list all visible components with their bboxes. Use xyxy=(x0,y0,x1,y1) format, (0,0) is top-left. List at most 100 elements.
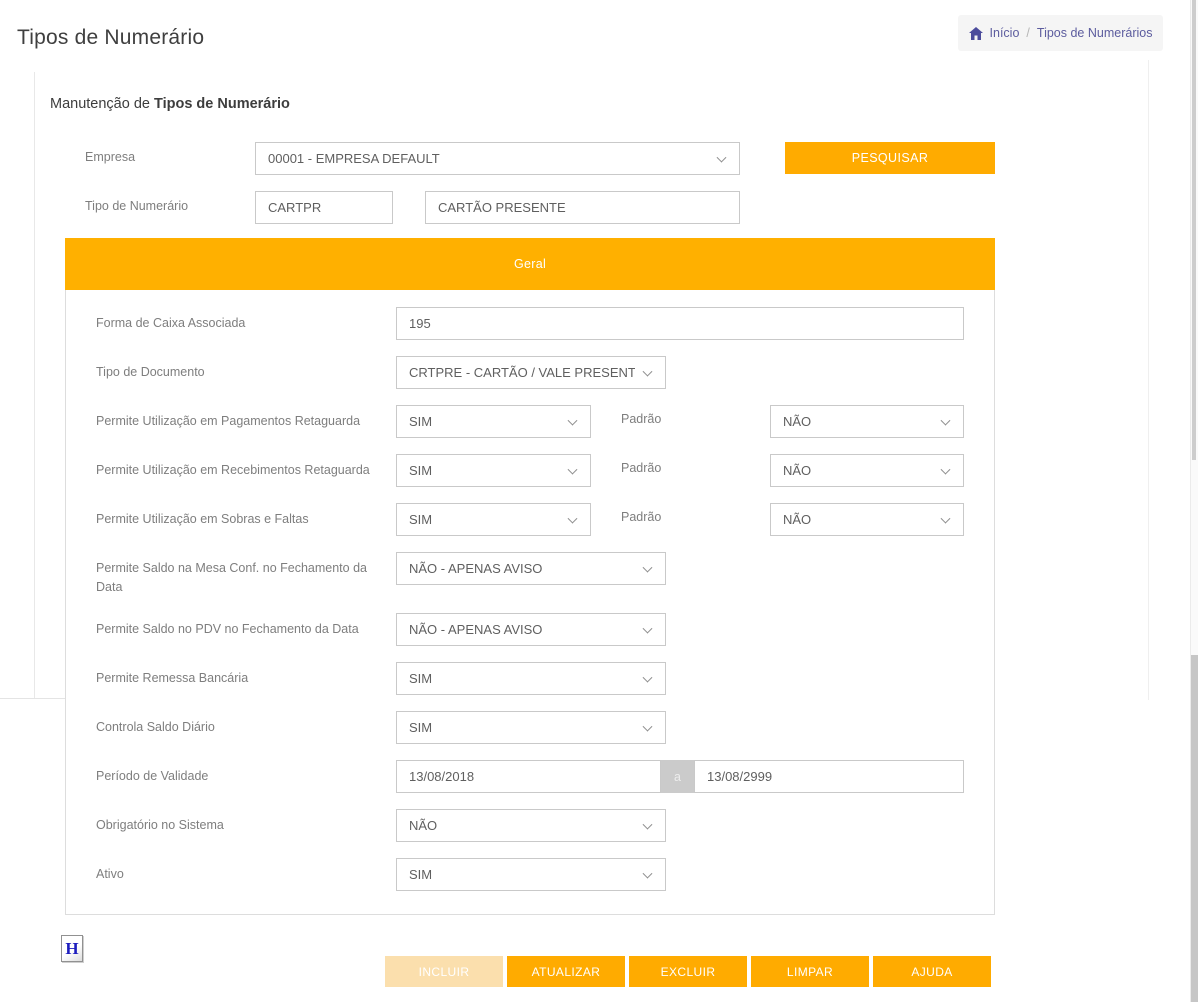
recebimentos-selected-value: SIM xyxy=(409,463,432,478)
breadcrumb-current: Tipos de Numerários xyxy=(1037,26,1153,40)
pagamentos-selected-value: SIM xyxy=(409,414,432,429)
limpar-button[interactable]: LIMPAR xyxy=(751,956,869,987)
tipo-documento-selected-value: CRTPRE - CARTÃO / VALE PRESENTE xyxy=(409,365,635,380)
pagamentos-row: Permite Utilização em Pagamentos Retagua… xyxy=(96,405,964,438)
tipo-numerario-code-input[interactable] xyxy=(255,191,393,224)
saldo-mesa-row: Permite Saldo na Mesa Conf. no Fechament… xyxy=(96,552,964,597)
pagamentos-padrao-select[interactable]: NÃO xyxy=(770,405,964,438)
ativo-select[interactable]: SIM xyxy=(396,858,666,891)
empresa-row: Empresa 00001 - EMPRESA DEFAULT PESQUISA… xyxy=(85,142,995,175)
chevron-down-icon xyxy=(568,464,578,474)
pagamentos-padrao-selected-value: NÃO xyxy=(783,414,811,429)
saldo-mesa-selected-value: NÃO - APENAS AVISO xyxy=(409,561,542,576)
image-placeholder-letter: H xyxy=(65,939,78,959)
card-bottom-left-border xyxy=(0,698,65,699)
pagamentos-label: Permite Utilização em Pagamentos Retagua… xyxy=(96,405,396,438)
ativo-row: Ativo SIM xyxy=(96,858,964,891)
remessa-label: Permite Remessa Bancária xyxy=(96,662,396,695)
footer-buttons: INCLUIR ATUALIZAR EXCLUIR LIMPAR AJUDA xyxy=(385,956,991,987)
saldo-pdv-select[interactable]: NÃO - APENAS AVISO xyxy=(396,613,666,646)
sobras-label: Permite Utilização em Sobras e Faltas xyxy=(96,503,396,536)
page-title: Tipos de Numerário xyxy=(17,26,204,50)
ajuda-button[interactable]: AJUDA xyxy=(873,956,991,987)
recebimentos-padrao-label: Padrão xyxy=(621,454,770,487)
excluir-button[interactable]: EXCLUIR xyxy=(629,956,747,987)
atualizar-button[interactable]: ATUALIZAR xyxy=(507,956,625,987)
recebimentos-select[interactable]: SIM xyxy=(396,454,591,487)
tipo-documento-label: Tipo de Documento xyxy=(96,356,396,389)
tab-geral[interactable]: Geral xyxy=(65,238,995,290)
remessa-row: Permite Remessa Bancária SIM xyxy=(96,662,964,695)
recebimentos-padrao-selected-value: NÃO xyxy=(783,463,811,478)
saldo-mesa-select[interactable]: NÃO - APENAS AVISO xyxy=(396,552,666,585)
periodo-row: Período de Validade a xyxy=(96,760,964,793)
image-placeholder-icon[interactable]: H xyxy=(61,935,83,962)
recebimentos-padrao-select[interactable]: NÃO xyxy=(770,454,964,487)
obrigatorio-selected-value: NÃO xyxy=(409,818,437,833)
remessa-selected-value: SIM xyxy=(409,671,432,686)
saldo-pdv-selected-value: NÃO - APENAS AVISO xyxy=(409,622,542,637)
geral-panel: Forma de Caixa Associada Tipo de Documen… xyxy=(65,290,995,915)
page: Tipos de Numerário Início / Tipos de Num… xyxy=(0,0,1198,1002)
card-right-border xyxy=(1148,60,1149,700)
sobras-selected-value: SIM xyxy=(409,512,432,527)
chevron-down-icon xyxy=(568,513,578,523)
empresa-selected-value: 00001 - EMPRESA DEFAULT xyxy=(268,151,440,166)
sobras-padrao-selected-value: NÃO xyxy=(783,512,811,527)
tipo-documento-row: Tipo de Documento CRTPRE - CARTÃO / VALE… xyxy=(96,356,964,389)
tipo-numerario-desc-input[interactable] xyxy=(425,191,740,224)
chevron-down-icon xyxy=(643,623,653,633)
sobras-select[interactable]: SIM xyxy=(396,503,591,536)
controla-saldo-label: Controla Saldo Diário xyxy=(96,711,396,744)
breadcrumb-separator: / xyxy=(1026,26,1029,40)
header-form: Empresa 00001 - EMPRESA DEFAULT PESQUISA… xyxy=(85,142,995,240)
chevron-down-icon xyxy=(941,415,951,425)
empresa-select[interactable]: 00001 - EMPRESA DEFAULT xyxy=(255,142,740,175)
obrigatorio-row: Obrigatório no Sistema NÃO xyxy=(96,809,964,842)
card-left-border xyxy=(34,72,35,698)
chevron-down-icon xyxy=(643,721,653,731)
pagamentos-select[interactable]: SIM xyxy=(396,405,591,438)
sobras-row: Permite Utilização em Sobras e Faltas SI… xyxy=(96,503,964,536)
pesquisar-button[interactable]: PESQUISAR xyxy=(785,142,995,174)
controla-saldo-selected-value: SIM xyxy=(409,720,432,735)
ativo-label: Ativo xyxy=(96,858,396,891)
section-heading: Manutenção de Tipos de Numerário xyxy=(50,96,290,112)
breadcrumb: Início / Tipos de Numerários xyxy=(958,15,1163,51)
section-heading-prefix: Manutenção de xyxy=(50,96,154,112)
chevron-down-icon xyxy=(643,868,653,878)
periodo-separator: a xyxy=(661,760,694,793)
tipo-documento-select[interactable]: CRTPRE - CARTÃO / VALE PRESENTE xyxy=(396,356,666,389)
section-heading-bold: Tipos de Numerário xyxy=(154,96,290,112)
periodo-group: a xyxy=(396,760,964,793)
tipo-numerario-row: Tipo de Numerário xyxy=(85,191,995,224)
chevron-down-icon xyxy=(717,152,727,162)
pagamentos-padrao-label: Padrão xyxy=(621,405,770,438)
chevron-down-icon xyxy=(643,562,653,572)
obrigatorio-select[interactable]: NÃO xyxy=(396,809,666,842)
periodo-to-input[interactable] xyxy=(694,760,964,793)
forma-caixa-row: Forma de Caixa Associada xyxy=(96,307,964,340)
controla-saldo-row: Controla Saldo Diário SIM xyxy=(96,711,964,744)
home-icon xyxy=(969,27,983,40)
scrollbar-thumb[interactable] xyxy=(1191,655,1198,1002)
periodo-from-input[interactable] xyxy=(396,760,661,793)
breadcrumb-home-link[interactable]: Início xyxy=(990,26,1020,40)
vertical-scrollbar[interactable] xyxy=(1190,0,1198,1002)
forma-caixa-label: Forma de Caixa Associada xyxy=(96,307,396,340)
saldo-mesa-label: Permite Saldo na Mesa Conf. no Fechament… xyxy=(96,552,396,597)
recebimentos-row: Permite Utilização em Recebimentos Retag… xyxy=(96,454,964,487)
saldo-pdv-row: Permite Saldo no PDV no Fechamento da Da… xyxy=(96,613,964,646)
recebimentos-label: Permite Utilização em Recebimentos Retag… xyxy=(96,454,396,487)
incluir-button[interactable]: INCLUIR xyxy=(385,956,503,987)
scrollbar-thumb-inner[interactable] xyxy=(1192,0,1196,460)
sobras-padrao-label: Padrão xyxy=(621,503,770,536)
forma-caixa-input[interactable] xyxy=(396,307,964,340)
chevron-down-icon xyxy=(643,366,653,376)
empresa-label: Empresa xyxy=(85,142,255,175)
sobras-padrao-select[interactable]: NÃO xyxy=(770,503,964,536)
remessa-select[interactable]: SIM xyxy=(396,662,666,695)
chevron-down-icon xyxy=(643,672,653,682)
controla-saldo-select[interactable]: SIM xyxy=(396,711,666,744)
chevron-down-icon xyxy=(568,415,578,425)
